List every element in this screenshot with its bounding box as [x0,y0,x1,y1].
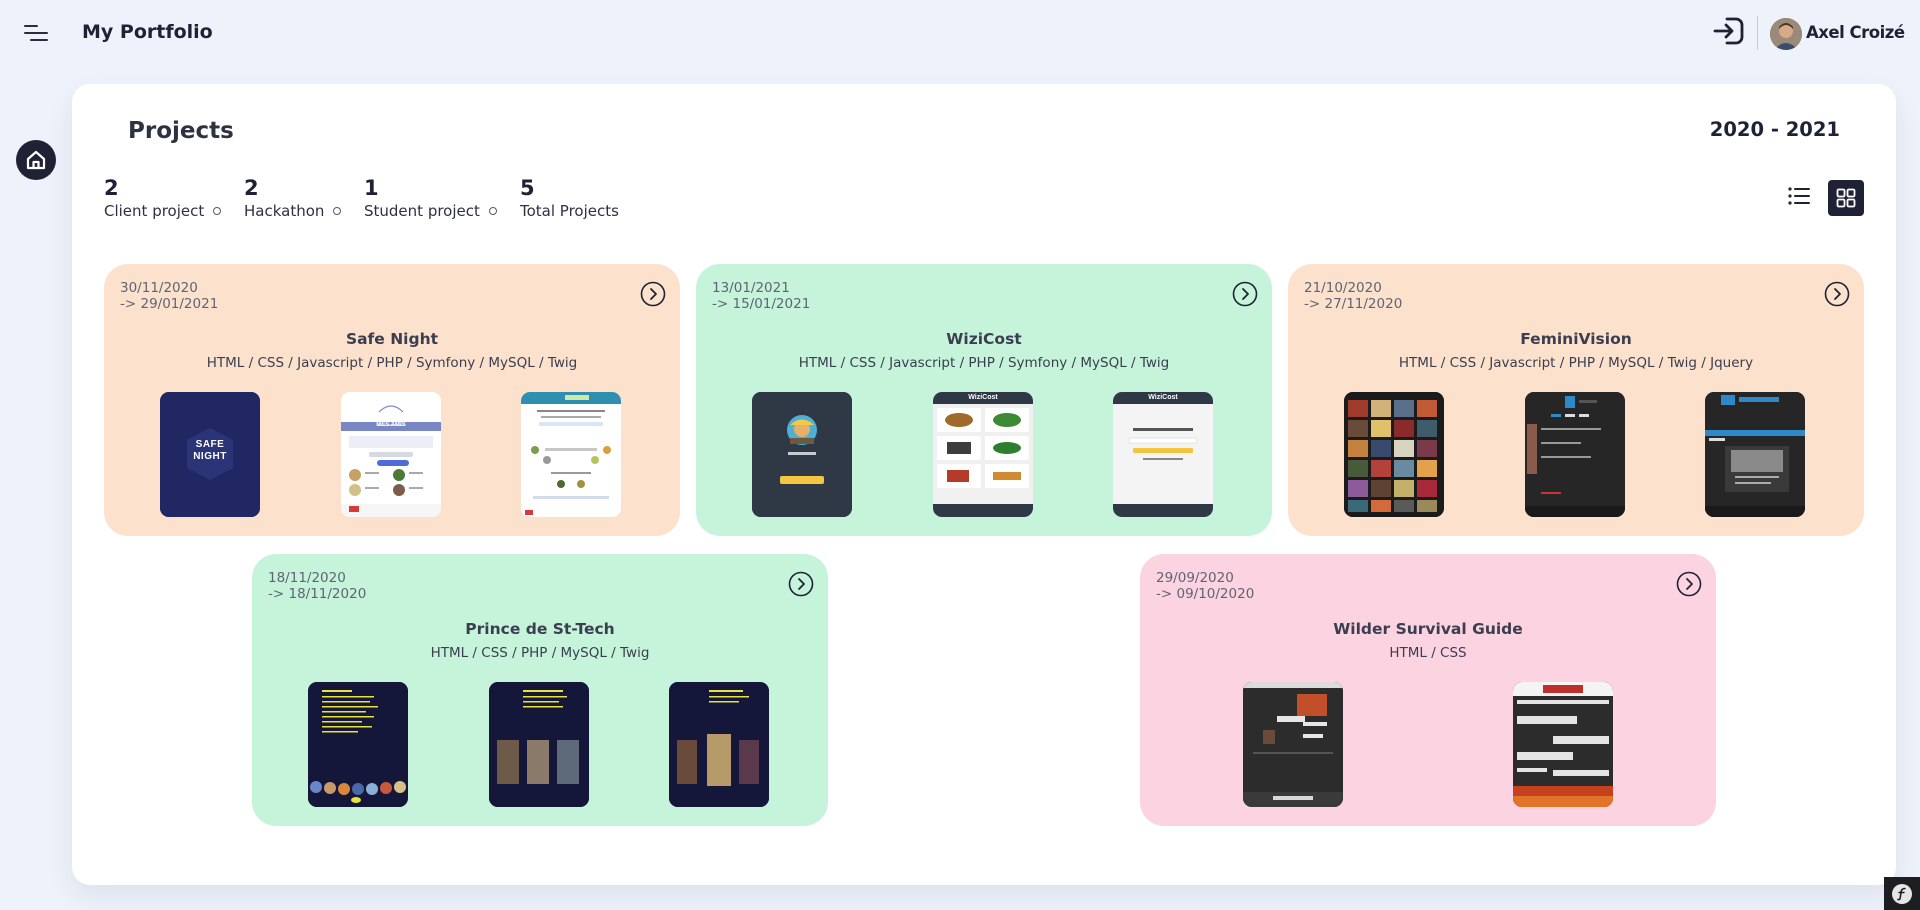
project-title: FeminiVision [1520,330,1632,348]
project-tech-stack: HTML / CSS / Javascript / PHP / Symfony … [798,355,1170,371]
page-title: Projects [128,118,234,144]
project-screenshot[interactable] [489,682,589,807]
wizicost-header-text: WiziCost [1148,394,1178,401]
user-name[interactable]: Axel Croizé [1806,23,1905,42]
project-card-prince-de-st-tech[interactable]: 18/11/2020 -> 18/11/2020 Prince de St-Te… [252,554,828,826]
project-screenshot[interactable] [1344,392,1444,517]
project-card-wilder-survival-guide[interactable]: 29/09/2020 -> 09/10/2020 Wilder Survival… [1140,554,1716,826]
project-dates: 13/01/2021 -> 15/01/2021 [712,280,810,312]
home-icon [26,150,46,170]
project-start-date: 18/11/2020 [268,570,346,586]
app-title: My Portfolio [82,21,213,43]
project-end-date: -> 15/01/2021 [712,296,811,312]
list-view-icon[interactable] [1784,180,1816,212]
project-dates: 29/09/2020 -> 09/10/2020 [1156,570,1254,602]
year-range: 2020 - 2021 [1709,118,1840,141]
top-bar: My Portfolio Axel Croizé [0,0,1920,68]
project-dates: 21/10/2020 -> 27/11/2020 [1304,280,1402,312]
project-title: WiziCost [946,330,1022,348]
open-project-arrow-icon[interactable] [788,571,814,597]
stat-label: Total Projects [520,202,619,220]
avatar[interactable] [1770,18,1802,50]
stat-count: 5 [520,176,535,200]
open-project-arrow-icon[interactable] [640,281,666,307]
logout-icon[interactable] [1712,16,1746,46]
open-project-arrow-icon[interactable] [1232,281,1258,307]
project-screenshot[interactable] [1705,392,1805,517]
project-screenshot[interactable] [308,682,408,807]
menu-toggle-icon[interactable] [22,22,52,46]
project-end-date: -> 09/10/2020 [1156,586,1255,602]
grid-view-button[interactable] [1828,180,1864,216]
wizicost-header-text: WiziCost [968,394,998,401]
open-project-arrow-icon[interactable] [1824,281,1850,307]
project-tech-stack: HTML / CSS [1389,645,1467,661]
project-tech-stack: HTML / CSS / PHP / MySQL / Twig [430,645,650,661]
stat-count: 1 [364,176,379,200]
stat-client-project[interactable]: 2 Client project [104,175,222,221]
grid-view-icon [1836,188,1856,208]
stat-total-projects[interactable]: 5 Total Projects [520,175,619,221]
project-start-date: 29/09/2020 [1156,570,1234,586]
project-title: Wilder Survival Guide [1333,620,1523,638]
project-screenshot[interactable] [669,682,769,807]
home-button[interactable] [16,140,56,180]
stat-hackathon[interactable]: 2 Hackathon [244,175,342,221]
project-start-date: 30/11/2020 [120,280,198,296]
projects-panel: Projects 2020 - 2021 2 Client project 2 … [72,84,1896,885]
project-tech-stack: HTML / CSS / Javascript / PHP / Symfony … [206,355,578,371]
project-end-date: -> 18/11/2020 [268,586,367,602]
open-project-arrow-icon[interactable] [1676,571,1702,597]
project-screenshot[interactable] [752,392,852,517]
project-card-safe-night[interactable]: 30/11/2020 -> 29/01/2021 Safe Night HTML… [104,264,680,536]
project-title: Prince de St-Tech [465,620,615,638]
stat-label: Hackathon [244,202,325,220]
filter-dot-icon [213,207,222,215]
project-tech-stack: HTML / CSS / Javascript / PHP / MySQL / … [1398,355,1754,371]
project-screenshot[interactable]: MES AMIS [341,392,441,517]
project-screenshot[interactable] [1525,392,1625,517]
stat-count: 2 [104,176,119,200]
filter-dot-icon [333,207,342,215]
symfony-toolbar-icon[interactable] [1884,877,1920,910]
safe-night-logo-text: SAFE NIGHT [193,439,227,462]
stat-label: Client project [104,202,205,220]
project-title: Safe Night [345,330,439,348]
stat-student-project[interactable]: 1 Student project [364,175,497,221]
project-dates: 18/11/2020 -> 18/11/2020 [268,570,366,602]
project-screenshot[interactable] [1243,682,1343,807]
safe-night-screen-text: MES AMIS [376,422,406,428]
project-screenshot[interactable]: WiziCost [933,392,1033,517]
project-start-date: 21/10/2020 [1304,280,1382,296]
project-start-date: 13/01/2021 [712,280,790,296]
project-screenshot[interactable]: WiziCost [1113,392,1213,517]
project-screenshot[interactable] [521,392,621,517]
project-end-date: -> 29/01/2021 [120,296,219,312]
project-card-feminivision[interactable]: 21/10/2020 -> 27/11/2020 FeminiVision HT… [1288,264,1864,536]
project-end-date: -> 27/11/2020 [1304,296,1403,312]
stat-count: 2 [244,176,259,200]
filter-dot-icon [488,207,497,215]
header-divider [1757,16,1758,50]
project-card-wizicost[interactable]: 13/01/2021 -> 15/01/2021 WiziCost HTML /… [696,264,1272,536]
stat-label: Student project [364,202,480,220]
project-dates: 30/11/2020 -> 29/01/2021 [120,280,218,312]
project-screenshot[interactable]: SAFE NIGHT [160,392,260,517]
project-screenshot[interactable] [1513,682,1613,807]
